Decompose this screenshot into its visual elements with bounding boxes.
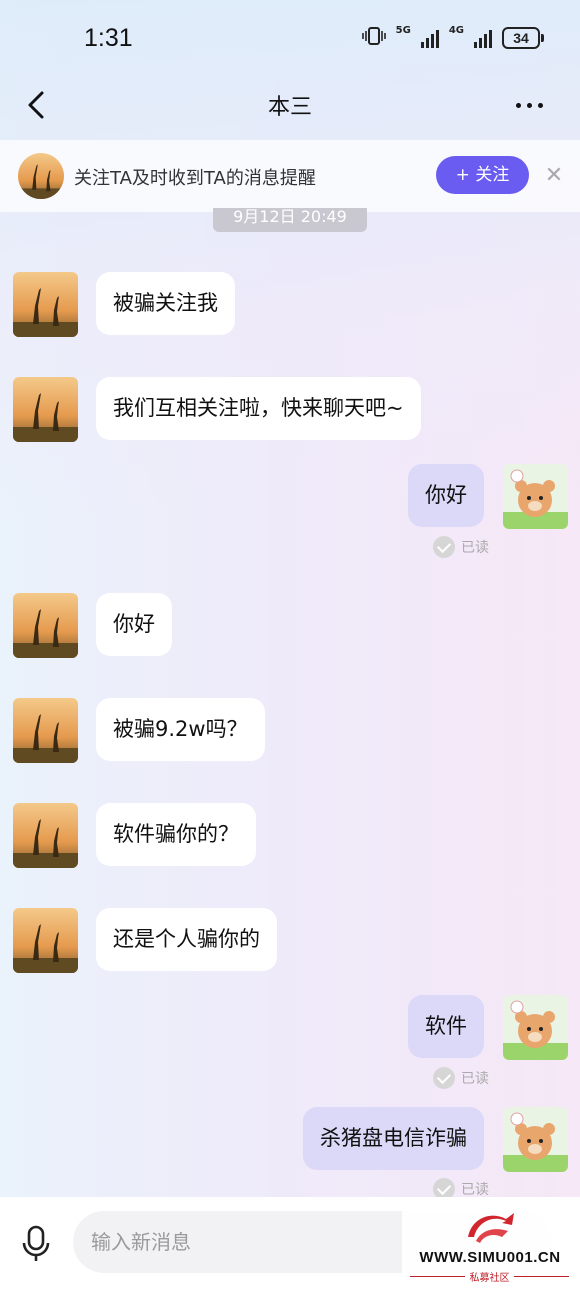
microphone-icon	[22, 1225, 50, 1261]
status-time: 1:31	[84, 24, 133, 52]
message-bubble[interactable]: 我们互相关注啦，快来聊天吧~	[96, 377, 421, 440]
avatar[interactable]	[18, 153, 64, 199]
avatar[interactable]	[503, 995, 568, 1060]
follow-banner: 关注TA及时收到TA的消息提醒 + 关注 ✕	[0, 140, 580, 212]
message-bubble[interactable]: 杀猪盘电信诈骗	[303, 1107, 484, 1170]
signal-icon	[420, 28, 439, 48]
divider	[514, 1276, 569, 1277]
close-icon[interactable]: ✕	[544, 164, 564, 188]
message-bubble[interactable]: 软件骗你的？	[96, 803, 256, 866]
message-bubble[interactable]: 还是个人骗你的	[96, 908, 277, 971]
avatar[interactable]	[13, 272, 78, 337]
network-label-1: 5G	[395, 25, 411, 36]
status-icons: 5G 4G 34	[361, 25, 544, 50]
message-bubble[interactable]: 你好	[408, 464, 484, 527]
watermark-site: WWW.SIMU001.CN	[419, 1249, 561, 1266]
watermark: WWW.SIMU001.CN 私募社区	[402, 1205, 577, 1287]
more-button[interactable]	[516, 91, 550, 119]
check-icon	[433, 536, 455, 558]
voice-button[interactable]	[20, 1225, 52, 1263]
chat-title: 本三	[267, 95, 312, 120]
avatar[interactable]	[13, 377, 78, 442]
read-label: 已读	[461, 1071, 489, 1087]
read-receipt: 已读	[433, 536, 489, 558]
avatar[interactable]	[13, 803, 78, 868]
avatar[interactable]	[13, 698, 78, 763]
status-bar: 1:31 5G 4G 34	[0, 0, 580, 75]
message-bubble[interactable]: 软件	[408, 995, 484, 1058]
more-horizontal-icon	[516, 102, 521, 108]
network-label-2: 4G	[448, 25, 464, 36]
watermark-logo-icon	[468, 1213, 514, 1243]
read-label: 已读	[461, 540, 489, 556]
read-label: 已读	[461, 1182, 489, 1198]
chat-header: 本三	[0, 75, 580, 137]
message-timestamp: 9月12日 20:49	[213, 208, 367, 232]
avatar[interactable]	[503, 464, 568, 529]
follow-banner-text: 关注TA及时收到TA的消息提醒	[74, 168, 316, 189]
avatar[interactable]	[13, 908, 78, 973]
avatar[interactable]	[503, 1107, 568, 1172]
message-bubble[interactable]: 被骗9.2w吗？	[96, 698, 265, 761]
signal-icon	[474, 28, 492, 48]
avatar[interactable]	[13, 593, 78, 658]
message-bubble[interactable]: 被骗关注我	[96, 272, 235, 335]
follow-button[interactable]: + 关注	[436, 156, 529, 194]
battery-indicator: 34	[502, 27, 544, 49]
vibrate-icon	[361, 26, 386, 50]
check-icon	[433, 1067, 455, 1089]
message-bubble[interactable]: 你好	[96, 593, 172, 656]
read-receipt: 已读	[433, 1067, 489, 1089]
